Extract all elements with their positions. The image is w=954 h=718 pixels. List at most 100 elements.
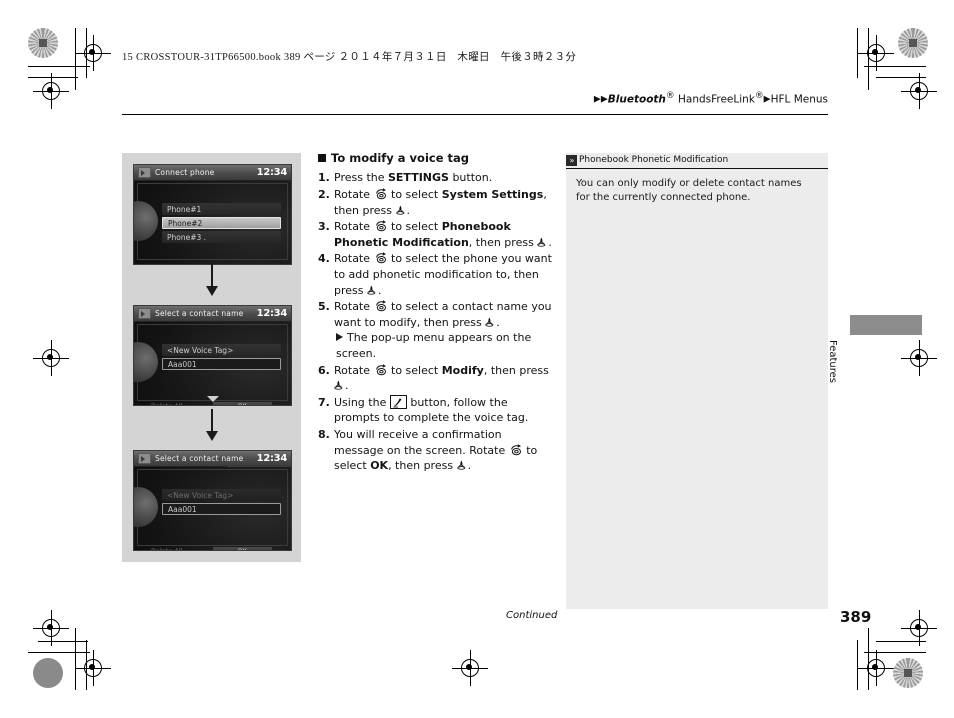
step-text: , then press xyxy=(468,235,538,249)
step-number: 3. xyxy=(318,220,330,234)
screen-title-bar: Select a contact name 12:34 xyxy=(134,306,291,322)
breadcrumb-item-handsfreelink: HandsFreeLink xyxy=(674,93,755,106)
step-emphasis: OK xyxy=(370,459,389,473)
screen-list: <New Voice Tag> Aaa001 xyxy=(162,489,281,517)
flow-arrow-down-icon xyxy=(205,264,218,298)
step-emphasis: SETTINGS xyxy=(388,171,449,185)
instructions-column: To modify a voice tag 1. Press the SETTIN… xyxy=(318,150,553,475)
step-number: 1. xyxy=(318,171,330,185)
registration-mark xyxy=(75,650,111,686)
note-box: » Phonebook Phonetic Modification You ca… xyxy=(566,153,828,609)
step-list: 1. Press the SETTINGS button. 2. Rotate to … xyxy=(318,170,553,474)
header-rule xyxy=(122,114,828,115)
step-text: You will receive a confirmation message … xyxy=(334,428,509,457)
ok-button[interactable]: OK xyxy=(212,546,272,550)
screen-list-item[interactable]: <New Voice Tag> xyxy=(162,489,281,501)
step-text: . xyxy=(378,283,382,297)
phone-status-icon xyxy=(138,453,151,464)
nav-screen-connect-phone: Connect phone 12:34 Phone#1 Phone#2 Phone#3 … xyxy=(133,164,292,265)
press-knob-icon xyxy=(367,285,376,295)
breadcrumb-arrow-icon: ▶▶ xyxy=(593,94,608,105)
talk-button-icon xyxy=(389,394,407,409)
step-text: . xyxy=(548,235,552,249)
color-target xyxy=(898,28,928,58)
step-text: . xyxy=(496,315,500,329)
nav-screen-select-contact-name-popup: Select a contact name12:34PlayModifyDele… xyxy=(133,450,292,551)
step-item: 8. You will receive a confirmation messag… xyxy=(318,427,553,474)
double-chevron-icon: » xyxy=(566,154,577,166)
screen-list-item[interactable]: Phone#1 xyxy=(162,203,281,215)
step-text: to select xyxy=(387,363,442,377)
registered-mark-icon: ® xyxy=(754,91,764,101)
registered-mark-icon: ® xyxy=(665,91,675,101)
color-target xyxy=(33,658,63,688)
breadcrumb-item-bluetooth: Bluetooth xyxy=(607,93,666,106)
delete-all-button[interactable]: Delete All xyxy=(137,402,197,406)
section-heading: To modify a voice tag xyxy=(318,150,553,166)
registration-mark xyxy=(452,650,488,686)
manual-page: 15 CROSSTOUR-31TP66500.book 389 ページ ２０１４… xyxy=(0,0,954,718)
registration-mark xyxy=(33,73,69,109)
registration-mark xyxy=(901,73,937,109)
screen-bottom-bar: Delete All OK xyxy=(137,546,288,551)
side-tab-marker xyxy=(850,315,922,335)
continued-label: Continued xyxy=(506,610,558,621)
phone-status-icon xyxy=(138,308,151,319)
step-text: Rotate xyxy=(334,252,374,266)
note-header: » Phonebook Phonetic Modification xyxy=(566,153,828,169)
step-text: Press the xyxy=(334,171,388,185)
print-header: 15 CROSSTOUR-31TP66500.book 389 ページ ２０１４… xyxy=(122,52,577,63)
screen-list: <New Voice Tag> Aaa001 xyxy=(162,344,281,372)
registration-mark xyxy=(33,340,69,376)
nav-screen-select-contact-name: Select a contact name 12:34 <New Voice Tag… xyxy=(133,305,292,406)
breadcrumb-arrow-icon: ▶ xyxy=(763,94,771,105)
screen-body: Phone#1 Phone#2 Phone#3 . xyxy=(134,181,291,264)
screen-list-item[interactable]: Aaa001 xyxy=(162,358,281,370)
color-target xyxy=(893,658,923,688)
breadcrumb: ▶▶Bluetooth® HandsFreeLink®▶HFL Menus xyxy=(594,91,828,106)
step-item: 1. Press the SETTINGS button. xyxy=(318,170,553,186)
registration-mark xyxy=(858,35,894,71)
scroll-down-caret-icon[interactable] xyxy=(206,396,219,402)
rotate-knob-icon xyxy=(375,300,386,312)
step-number: 2. xyxy=(318,187,330,201)
screen-clock: 12:34 xyxy=(256,308,288,319)
side-tab-label: Features xyxy=(827,340,838,383)
step-item: 6. Rotate to select Modify, then press . xyxy=(318,363,553,394)
rotate-knob-icon xyxy=(510,443,521,455)
step-subnote-text: The pop-up menu appears on the screen. xyxy=(336,331,532,361)
screen-title: Select a contact name xyxy=(155,309,244,318)
note-body: You can only modify or delete contact na… xyxy=(576,178,802,203)
ok-button[interactable]: OK xyxy=(212,401,272,405)
press-knob-icon xyxy=(395,205,404,215)
press-knob-icon xyxy=(334,381,343,390)
screen-title: Select a contact name xyxy=(155,454,244,463)
nav-screen-sequence: Connect phone 12:34 Phone#1 Phone#2 Phone#3 … xyxy=(122,153,301,562)
screen-clock: 12:34 xyxy=(256,167,288,178)
registration-mark xyxy=(75,35,111,71)
step-text: Using the xyxy=(334,395,390,409)
screen-list-item[interactable]: Phone#2 xyxy=(162,217,281,229)
screen-list-item[interactable]: Aaa001 xyxy=(162,503,281,515)
step-text: . xyxy=(467,459,472,473)
step-item: 7. Using the button, follow the prompts t… xyxy=(318,394,553,426)
step-number: 7. xyxy=(318,395,330,409)
screen-list-item[interactable]: Phone#3 . xyxy=(162,231,281,243)
press-knob-icon xyxy=(537,237,546,247)
screen-list-item[interactable]: <New Voice Tag> xyxy=(162,344,281,356)
step-emphasis: Modify xyxy=(441,363,484,377)
step-text: to select xyxy=(387,220,442,234)
rotate-knob-icon xyxy=(375,363,386,375)
step-text: to select xyxy=(387,187,442,201)
step-text: Rotate xyxy=(334,300,374,314)
screen-clock: 12:34 xyxy=(256,453,288,464)
step-number: 6. xyxy=(318,363,330,377)
step-text: , then press xyxy=(388,459,457,473)
delete-all-button[interactable]: Delete All xyxy=(137,547,197,551)
step-text: button. xyxy=(448,171,493,185)
registration-mark xyxy=(858,650,894,686)
square-bullet-icon xyxy=(318,154,326,162)
step-number: 8. xyxy=(318,428,330,442)
rotate-knob-icon xyxy=(375,220,386,232)
phone-status-icon xyxy=(138,167,151,178)
